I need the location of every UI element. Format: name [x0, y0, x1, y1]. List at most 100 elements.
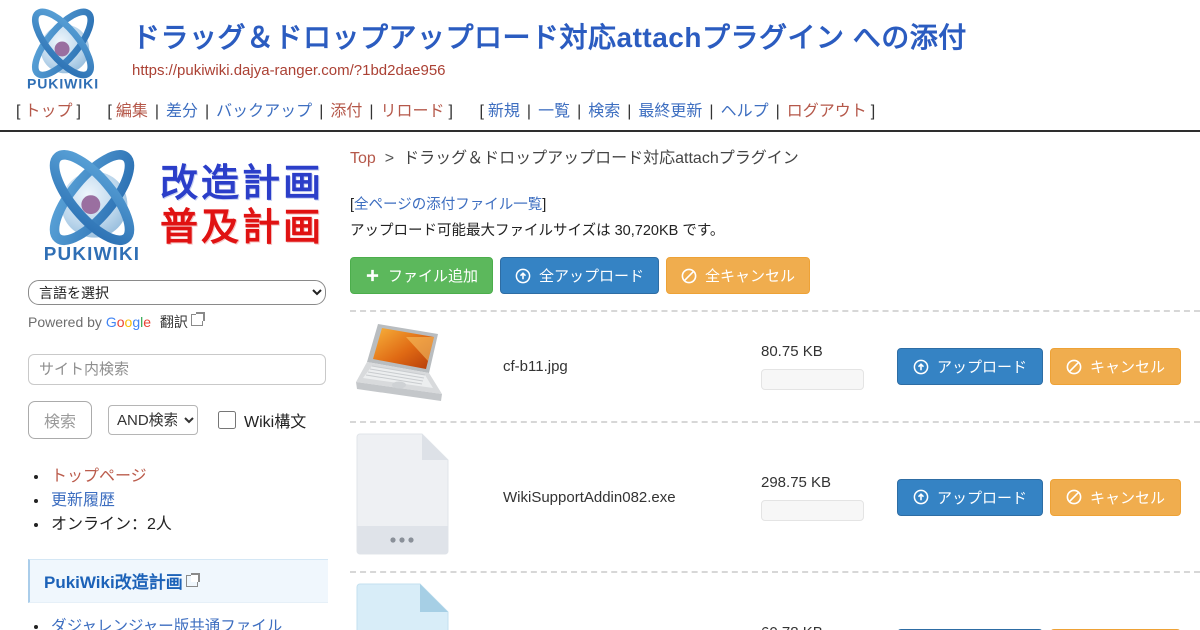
- add-file-label: ファイル追加: [388, 265, 478, 286]
- breadcrumb-home[interactable]: Top: [350, 150, 376, 167]
- file-icon: [350, 432, 503, 562]
- sidebar-logo[interactable]: PUKIWIKI 改造計画 普及計画: [28, 148, 330, 266]
- bracket: ]: [449, 103, 453, 120]
- all-attachments-link[interactable]: 全ページの添付ファイル一覧: [354, 197, 542, 213]
- google-logo: Google: [106, 314, 151, 330]
- nav-group-page: [編集|差分|バックアップ|添付|リロード]: [103, 103, 457, 120]
- bracket: [: [479, 103, 483, 120]
- logo-slogan-2: 普及計画: [160, 207, 324, 251]
- file-size: 298.75 KB: [761, 474, 880, 491]
- nav-link-edit[interactable]: 編集: [116, 103, 148, 120]
- cancel-all-label: 全キャンセル: [705, 265, 795, 286]
- nav-link-logout[interactable]: ログアウト: [787, 103, 867, 120]
- page-url[interactable]: https://pukiwiki.dajya-ranger.com/?1bd2d…: [132, 62, 967, 79]
- pipe: |: [155, 103, 159, 120]
- progress-bar: [761, 500, 864, 521]
- wiki-syntax-checkbox[interactable]: [218, 411, 236, 429]
- bracket: ]: [76, 103, 80, 120]
- upload-all-button[interactable]: 全アップロード: [500, 257, 659, 294]
- language-select[interactable]: 言語を選択: [28, 280, 326, 305]
- site-search-input[interactable]: [28, 354, 326, 385]
- progress-bar: [761, 369, 864, 390]
- nav-link-diff[interactable]: 差分: [166, 103, 198, 120]
- list-item: 更新履歴: [49, 489, 330, 513]
- file-icon: </>: [350, 582, 503, 630]
- laptop-photo-icon: [354, 321, 456, 407]
- row-actions: アップロード キャンセル: [897, 479, 1200, 516]
- translate-link[interactable]: 翻訳: [160, 314, 188, 330]
- cancel-label: キャンセル: [1090, 487, 1165, 508]
- nav-link-help[interactable]: ヘルプ: [721, 103, 769, 120]
- upload-all-label: 全アップロード: [539, 265, 644, 286]
- pipe: |: [527, 103, 531, 120]
- google-translate-credit: Powered by Google 翻訳: [28, 312, 330, 332]
- file-size-cell: 80.75 KB: [761, 343, 880, 390]
- file-size-cell: 298.75 KB: [761, 474, 880, 521]
- upload-label: アップロード: [937, 356, 1027, 377]
- pukiwiki-logo-icon[interactable]: PUKIWIKI: [10, 6, 116, 92]
- add-file-button[interactable]: ファイル追加: [350, 257, 493, 294]
- cancel-all-button[interactable]: 全キャンセル: [666, 257, 810, 294]
- file-size: 80.75 KB: [761, 343, 880, 360]
- cancel-circle-icon: [681, 268, 697, 284]
- pukiwiki-atom-icon: PUKIWIKI: [28, 148, 156, 266]
- breadcrumb-separator: >: [385, 150, 394, 167]
- generic-file-icon: [354, 432, 450, 557]
- pipe: |: [319, 103, 323, 120]
- nav-link-top[interactable]: トップ: [24, 103, 72, 120]
- file-size-cell: 60.78 KB: [761, 624, 880, 630]
- search-button[interactable]: 検索: [28, 401, 92, 439]
- upload-circle-icon: [515, 268, 531, 284]
- image-thumbnail: [350, 321, 503, 412]
- pipe: |: [709, 103, 713, 120]
- nav-link-list[interactable]: 一覧: [538, 103, 570, 120]
- table-row: </> contents.html 60.78 KB アップロード キャンセル: [350, 571, 1200, 630]
- pipe: |: [776, 103, 780, 120]
- powered-by-text: Powered by: [28, 314, 102, 330]
- sidebar-link-toppage[interactable]: トップページ: [51, 468, 147, 485]
- cancel-label: キャンセル: [1090, 356, 1165, 377]
- row-actions: アップロード キャンセル: [897, 348, 1200, 385]
- main-content: Top>ドラッグ＆ドロップアップロード対応attachプラグイン [全ページの添…: [346, 132, 1200, 630]
- nav-link-backup[interactable]: バックアップ: [216, 103, 312, 120]
- upload-label: アップロード: [937, 487, 1027, 508]
- cancel-button[interactable]: キャンセル: [1050, 348, 1181, 385]
- external-link-icon: [186, 575, 198, 587]
- external-link-icon: [191, 314, 203, 326]
- nav-link-reload[interactable]: リロード: [381, 103, 445, 120]
- pipe: |: [627, 103, 631, 120]
- upload-file-list: cf-b11.jpg 80.75 KB アップロード キャンセル: [350, 310, 1200, 630]
- cancel-circle-icon: [1066, 359, 1082, 375]
- pukiwiki-logo-text: PUKIWIKI: [27, 75, 99, 91]
- code-file-icon: </>: [354, 582, 450, 630]
- upload-button[interactable]: アップロード: [897, 479, 1043, 516]
- sidebar-link-history[interactable]: 更新履歴: [51, 492, 115, 509]
- upload-button[interactable]: アップロード: [897, 348, 1043, 385]
- nav-link-attach[interactable]: 添付: [330, 103, 362, 120]
- table-row: cf-b11.jpg 80.75 KB アップロード キャンセル: [350, 310, 1200, 421]
- file-size: 60.78 KB: [761, 624, 880, 630]
- nav-group-site: [新規|一覧|検索|最終更新|ヘルプ|ログアウト]: [475, 103, 879, 120]
- sidebar-link-common-files[interactable]: ダジャレンジャー版共通ファイル: [51, 618, 282, 630]
- cancel-button[interactable]: キャンセル: [1050, 479, 1181, 516]
- nav-link-new[interactable]: 新規: [488, 103, 520, 120]
- sidebar-section-title[interactable]: PukiWiki改造計画: [44, 573, 183, 592]
- list-item: トップページ: [49, 465, 330, 489]
- sidebar-links: ダジャレンジャー版共通ファイル PukiWiki本体改造 PukiWikiテキス…: [49, 616, 330, 630]
- upload-circle-icon: [913, 489, 929, 505]
- bracket: ]: [542, 197, 546, 213]
- and-or-select[interactable]: AND検索: [108, 405, 198, 435]
- cancel-circle-icon: [1066, 489, 1082, 505]
- sidebar: PUKIWIKI 改造計画 普及計画 言語を選択 Powered by Goog…: [0, 132, 346, 630]
- list-item: オンライン：2人: [49, 513, 330, 537]
- pipe: |: [205, 103, 209, 120]
- attach-list-line: [全ページの添付ファイル一覧]: [350, 193, 1200, 214]
- bracket: [: [16, 103, 20, 120]
- logo-slogan-1: 改造計画: [160, 163, 324, 207]
- nav-link-recent[interactable]: 最終更新: [638, 103, 702, 120]
- table-row: WikiSupportAddin082.exe 298.75 KB アップロード…: [350, 421, 1200, 571]
- file-name: cf-b11.jpg: [503, 358, 761, 375]
- header: PUKIWIKI ドラッグ＆ドロップアップロード対応attachプラグイン への…: [0, 0, 1200, 92]
- wiki-syntax-label: Wiki構文: [244, 408, 306, 432]
- nav-link-search[interactable]: 検索: [588, 103, 620, 120]
